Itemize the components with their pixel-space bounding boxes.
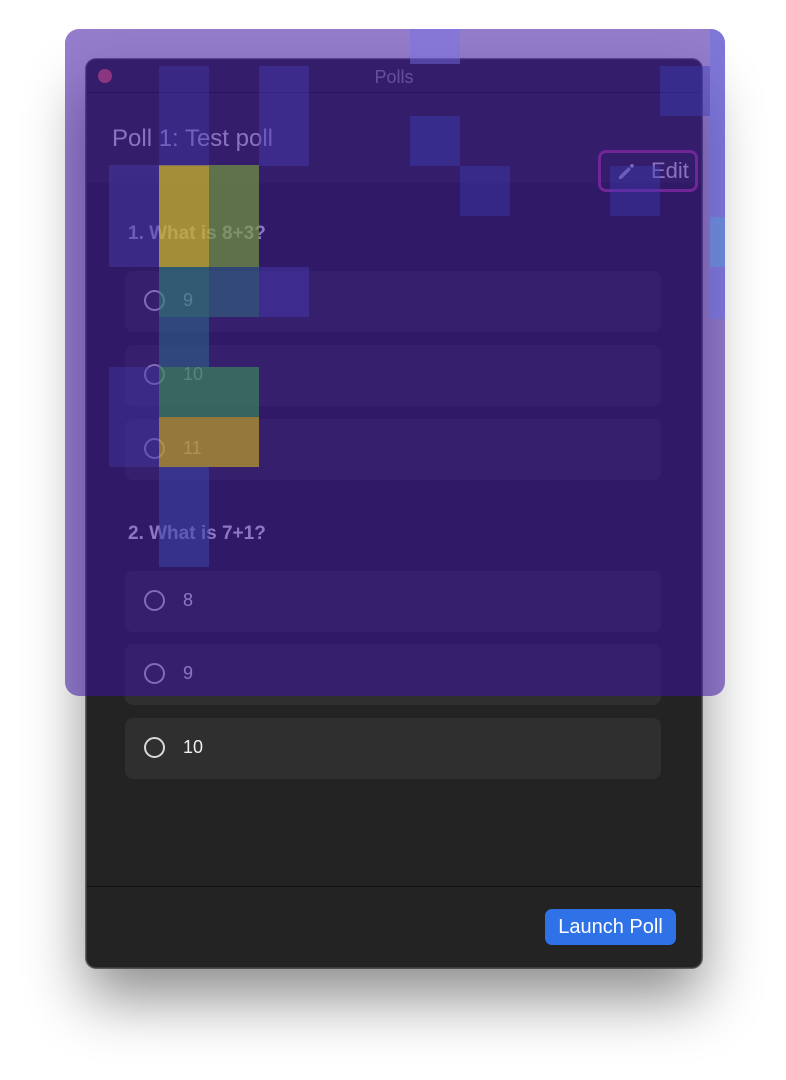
poll-title: Poll 1: Test poll <box>112 125 273 152</box>
question-title: 2. What is 7+1? <box>128 523 266 544</box>
question-title: 1. What is 8+3? <box>128 223 266 244</box>
option-label: 9 <box>183 290 194 310</box>
option-row[interactable]: 10 <box>125 345 661 406</box>
radio-unchecked-icon[interactable] <box>144 364 165 385</box>
poll-header: Poll 1: Test poll Edit <box>87 93 701 192</box>
radio-unchecked-icon[interactable] <box>144 290 165 311</box>
option-row[interactable]: 8 <box>125 571 661 632</box>
heatmap-cell <box>710 217 725 267</box>
option-label: 9 <box>183 663 194 683</box>
radio-unchecked-icon[interactable] <box>144 663 165 684</box>
option-row[interactable]: 10 <box>125 718 661 779</box>
polls-window: Polls Poll 1: Test poll Edit 1. What is … <box>86 59 702 968</box>
option-label: 10 <box>183 364 204 384</box>
option-label: 10 <box>183 737 204 757</box>
option-label: 8 <box>183 590 194 610</box>
radio-unchecked-icon[interactable] <box>144 438 165 459</box>
option-row[interactable]: 9 <box>125 271 661 332</box>
pencil-icon <box>617 161 637 181</box>
heatmap-cell <box>710 29 725 319</box>
option-row[interactable]: 11 <box>125 419 661 480</box>
option-label: 11 <box>183 438 202 458</box>
footer-bar: Launch Poll <box>87 886 701 967</box>
edit-button[interactable]: Edit <box>598 150 698 192</box>
option-row[interactable]: 9 <box>125 644 661 705</box>
title-bar: Polls <box>87 60 701 93</box>
edit-label: Edit <box>651 158 689 183</box>
radio-unchecked-icon[interactable] <box>144 737 165 758</box>
radio-unchecked-icon[interactable] <box>144 590 165 611</box>
launch-poll-button[interactable]: Launch Poll <box>545 909 676 945</box>
window-title: Polls <box>374 67 414 87</box>
